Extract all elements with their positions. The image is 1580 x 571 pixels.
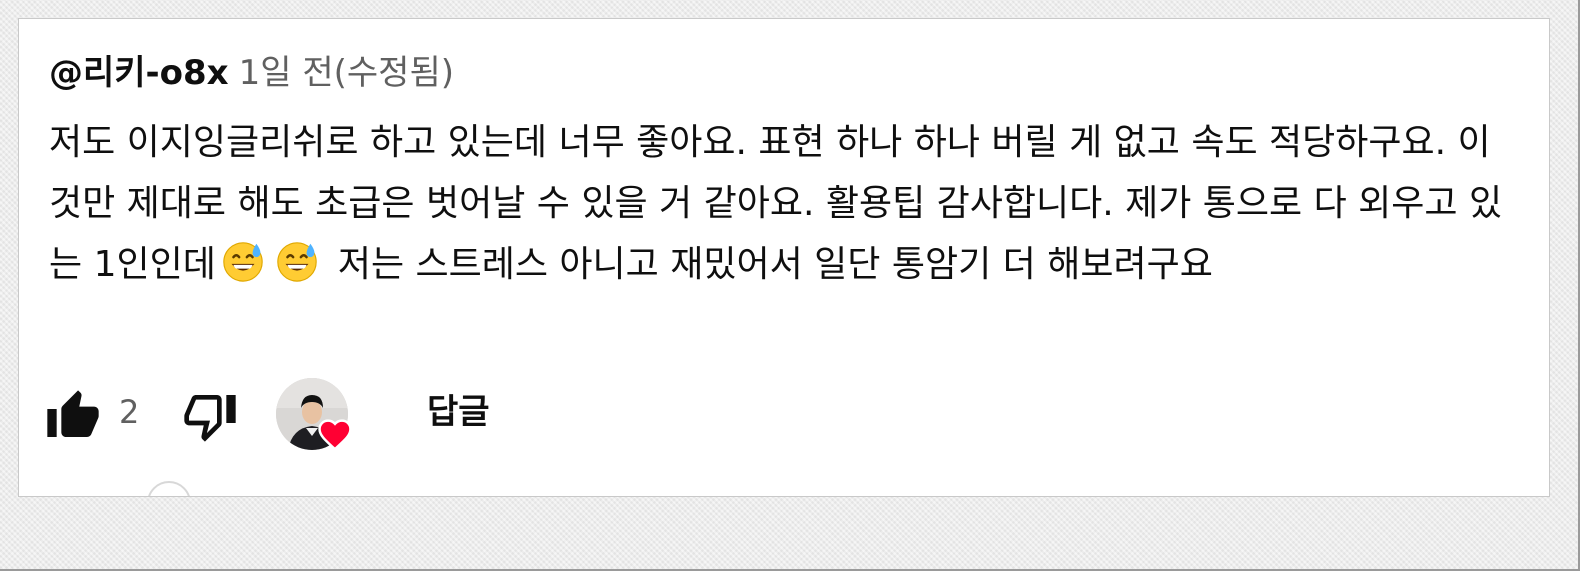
comment-card: @리키-o8x 1일 전(수정됨) 저도 이지잉글리쉬로 하고 있는데 너무 좋아… xyxy=(18,18,1550,497)
comment-text: 저도 이지잉글리쉬로 하고 있는데 너무 좋아요. 표현 하나 하나 버릴 게 … xyxy=(49,112,1519,295)
grinning-face-with-sweat-icon xyxy=(277,242,317,282)
thumbs-up-filled-icon xyxy=(47,390,99,437)
comment-timestamp[interactable]: 1일 전(수정됨) xyxy=(239,53,454,93)
heart-icon xyxy=(318,419,352,450)
reply-button[interactable]: 답글 xyxy=(409,384,508,440)
comment-text-part-2: 저는 스트레스 아니고 재밌어서 일단 통암기 더 해보려구요 xyxy=(337,244,1213,285)
next-comment-avatar xyxy=(147,481,191,496)
creator-heart[interactable] xyxy=(276,378,358,452)
comment-header: @리키-o8x 1일 전(수정됨) xyxy=(49,51,454,95)
like-count: 2 xyxy=(119,393,140,431)
comment-action-bar: 2 답글 xyxy=(19,374,1549,454)
like-button[interactable] xyxy=(45,388,101,444)
comment-author[interactable]: @리키-o8x xyxy=(49,53,229,93)
grinning-face-with-sweat-icon xyxy=(223,242,263,282)
dislike-button[interactable] xyxy=(182,388,238,444)
thumbs-down-outline-icon xyxy=(184,395,236,442)
